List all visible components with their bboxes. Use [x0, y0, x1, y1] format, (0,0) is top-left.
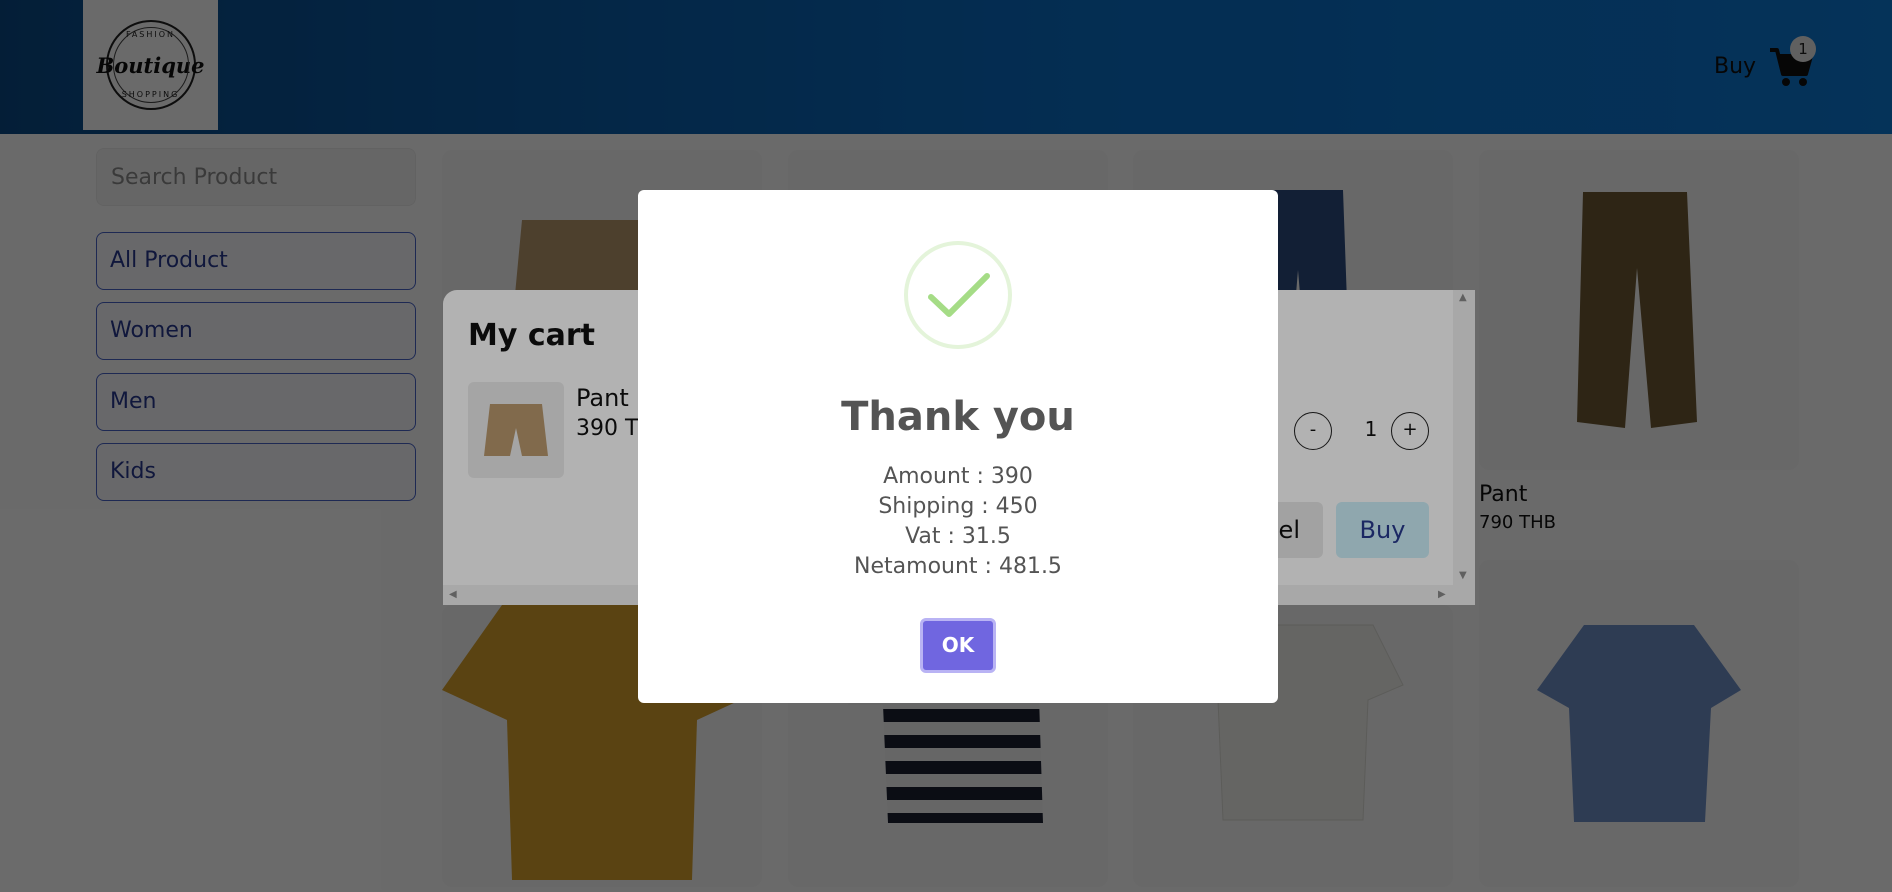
success-dialog: Thank you Amount : 390 Shipping : 450 Va…: [638, 190, 1278, 703]
vat-line: Vat : 31.5: [905, 524, 1011, 549]
shipping-line: Shipping : 450: [878, 494, 1038, 519]
success-check-icon: [904, 241, 1012, 349]
dialog-title: Thank you: [841, 394, 1075, 440]
netamount-line: Netamount : 481.5: [854, 554, 1062, 579]
ok-button[interactable]: OK: [920, 618, 996, 673]
amount-line: Amount : 390: [883, 464, 1033, 489]
